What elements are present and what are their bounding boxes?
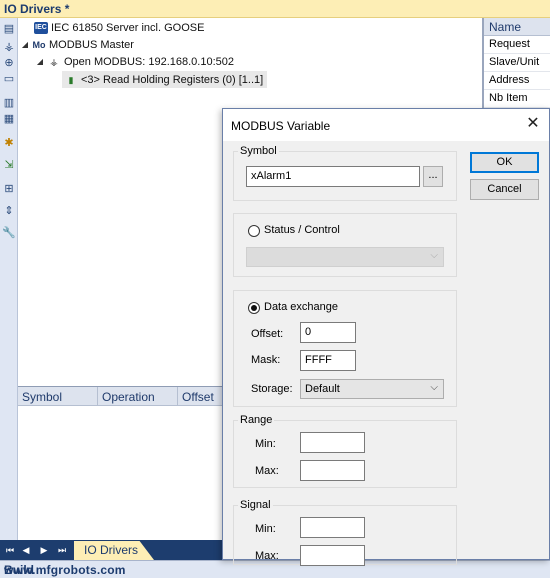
add-driver-icon[interactable]: ⊕ [2, 56, 16, 70]
watermark: www.mfgrobots.com [4, 563, 126, 577]
chevron-down-icon: ⌵ [430, 250, 438, 261]
insert-icon[interactable]: ⊞ [2, 182, 16, 196]
network-icon: ⚶ [50, 56, 58, 67]
tab-io-drivers[interactable]: IO Drivers [74, 541, 154, 560]
table-icon[interactable]: ▥ [2, 96, 16, 110]
signal-group-label: Signal [238, 499, 273, 511]
data-exchange-radio[interactable] [248, 302, 260, 314]
tree-item-label: IEC 61850 Server incl. GOOSE [51, 21, 205, 34]
status-control-select: ⌵ [246, 247, 444, 267]
status-control-radio[interactable] [248, 225, 260, 237]
tree-item-modbus-master[interactable]: ◢ Mo MODBUS Master [20, 36, 134, 53]
first-tab-icon[interactable]: ⏮ [2, 542, 18, 558]
tree-item-label: MODBUS Master [49, 38, 134, 51]
property-row[interactable]: Request [484, 36, 550, 54]
symbol-group: Symbol xAlarm1 ... [233, 145, 457, 201]
symbol-group-label: Symbol [238, 145, 279, 157]
property-row[interactable]: Slave/Unit [484, 54, 550, 72]
chevron-down-icon: ⌵ [430, 382, 438, 393]
range-max-label: Max: [255, 465, 279, 477]
folder-icon[interactable]: ▭ [2, 72, 16, 86]
tree-item-label: <3> Read Holding Registers (0) [1..1] [81, 73, 264, 86]
status-control-group: Status / Control ⌵ [233, 213, 457, 277]
storage-select[interactable]: Default ⌵ [300, 379, 444, 399]
dialog-title: MODBUS Variable [231, 119, 331, 133]
column-header-operation[interactable]: Operation [98, 387, 178, 405]
document-title: IO Drivers * [4, 2, 70, 16]
data-exchange-label: Data exchange [264, 301, 338, 313]
signal-max-input[interactable] [300, 545, 365, 566]
table-edit-icon[interactable]: ▦ [2, 112, 16, 126]
column-header-offset[interactable]: Offset [178, 387, 222, 405]
signal-max-label: Max: [255, 550, 279, 562]
signal-min-label: Min: [255, 523, 276, 535]
tree-item-label: Open MODBUS: 192.168.0.10:502 [64, 55, 234, 68]
next-tab-icon[interactable]: ▶ [36, 542, 52, 558]
modbus-master-icon: Mo [32, 39, 46, 50]
add-variable-icon[interactable]: ⇲ [2, 158, 16, 172]
tree-item-open-modbus[interactable]: ◢ ⚶ Open MODBUS: 192.168.0.10:502 [35, 53, 234, 70]
mask-label: Mask: [251, 354, 281, 366]
range-min-label: Min: [255, 438, 276, 450]
mask-input[interactable]: FFFF [300, 350, 356, 371]
signal-group: Signal Min: Max: [233, 499, 457, 566]
prev-tab-icon[interactable]: ◀ [18, 542, 34, 558]
property-row[interactable]: Nb Item [484, 90, 550, 108]
cancel-button[interactable]: Cancel [470, 179, 539, 200]
modbus-variable-dialog: MODBUS Variable ✕ Symbol xAlarm1 ... OK … [222, 108, 550, 566]
hierarchy-icon[interactable]: ⚶ [2, 40, 16, 54]
symbol-input[interactable]: xAlarm1 [246, 166, 420, 187]
storage-label: Storage: [251, 383, 293, 395]
signal-min-input[interactable] [300, 517, 365, 538]
close-icon[interactable]: ✕ [525, 116, 541, 132]
move-icon[interactable]: ⇕ [2, 204, 16, 218]
offset-label: Offset: [251, 328, 284, 340]
register-icon: ▮ [68, 74, 74, 85]
status-control-label: Status / Control [264, 224, 340, 236]
tree-item-iec61850[interactable]: IEC IEC 61850 Server incl. GOOSE [22, 19, 204, 36]
properties-panel: Name Request Slave/Unit Address Nb Item [482, 18, 550, 108]
range-min-input[interactable] [300, 432, 365, 453]
column-header-symbol[interactable]: Symbol [18, 387, 98, 405]
offset-input[interactable]: 0 [300, 322, 356, 343]
range-max-input[interactable] [300, 460, 365, 481]
data-exchange-group: Data exchange Offset: 0 Mask: FFFF Stora… [233, 290, 457, 407]
spark-icon[interactable]: ✱ [2, 136, 16, 150]
left-toolbar: ▤ ⚶ ⊕ ▭ ▥ ▦ ✱ ⇲ ⊞ ⇕ 🔧 [0, 18, 18, 540]
storage-value: Default [305, 383, 340, 395]
iec-icon: IEC [34, 21, 48, 34]
property-row[interactable]: Address [484, 72, 550, 90]
range-group-label: Range [238, 414, 275, 426]
range-group: Range Min: Max: [233, 414, 457, 488]
wrench-icon[interactable]: 🔧 [2, 226, 16, 240]
properties-header: Name [484, 18, 550, 36]
dialog-title-bar: MODBUS Variable ✕ [223, 109, 549, 141]
browse-button[interactable]: ... [423, 166, 443, 187]
last-tab-icon[interactable]: ⏭ [54, 542, 70, 558]
variable-grid-body[interactable] [18, 406, 222, 538]
tree-item-read-holding-registers[interactable]: ▮ <3> Read Holding Registers (0) [1..1] [62, 71, 268, 88]
ok-button[interactable]: OK [470, 152, 539, 173]
document-title-bar: IO Drivers * [0, 0, 550, 18]
collapse-icon[interactable]: ◢ [20, 40, 30, 49]
tree-view-icon[interactable]: ▤ [2, 22, 16, 36]
collapse-icon[interactable]: ◢ [35, 57, 45, 66]
variable-grid-header: Symbol Operation Offset [18, 386, 222, 406]
